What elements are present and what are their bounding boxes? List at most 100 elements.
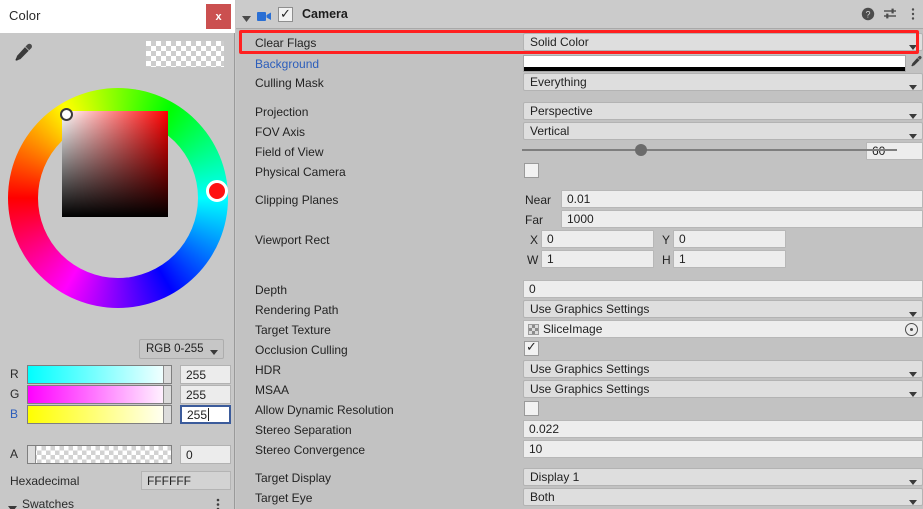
culling-mask-dropdown[interactable]: Everything [523,73,923,91]
target-texture-objectfield[interactable]: SliceImage [523,320,923,338]
saturation-value-marker[interactable] [60,108,73,121]
property-row-msaa: MSAA Use Graphics Settings [236,380,923,400]
hdr-label: HDR [255,363,281,377]
occlusion-culling-label: Occlusion Culling [255,343,348,357]
field-of-view-input[interactable]: 60 [866,142,923,160]
field-of-view-label: Field of View [255,145,324,159]
preset-icon[interactable] [883,7,897,26]
hdr-dropdown[interactable]: Use Graphics Settings [523,360,923,378]
property-row-viewport-rect-xy: Viewport Rect X 0 Y 0 [236,230,923,250]
foldout-triangle-icon[interactable] [242,10,251,28]
clear-flags-label: Clear Flags [255,36,317,50]
color-picker-window: Color x RGB 0-255 R 255 G 255 B 255 A 0 … [0,0,235,509]
color-wheel[interactable] [8,88,228,308]
viewport-rect-label: Viewport Rect [255,233,330,247]
channel-value-r[interactable]: 255 [180,365,231,384]
help-icon[interactable]: ? [861,7,875,26]
clear-flags-dropdown[interactable]: Solid Color [523,33,923,51]
viewport-x-value: 0 [547,232,554,246]
component-header: ✓ Camera ? [236,0,923,29]
eyedropper-icon[interactable] [11,41,35,65]
property-row-occlusion-culling: Occlusion Culling ✓ [236,339,923,360]
channel-value-b[interactable]: 255 [180,405,231,424]
eyedropper-icon[interactable] [909,54,923,72]
color-mode-dropdown[interactable]: RGB 0-255 [139,339,224,359]
hexadecimal-value: FFFFFF [147,473,191,488]
channel-slider-g[interactable] [27,385,172,404]
property-row-clipping-planes-far: Far 1000 [236,210,923,230]
channel-label-a: A [10,447,19,461]
near-input[interactable]: 0.01 [561,190,923,208]
component-enabled-checkbox[interactable]: ✓ [278,6,293,22]
stereo-separation-input[interactable]: 0.022 [523,420,923,438]
chevron-down-icon [909,387,917,401]
channel-slider-a[interactable] [27,445,172,464]
viewport-y-input[interactable]: 0 [673,230,786,248]
kebab-menu-icon[interactable] [911,7,915,26]
projection-label: Projection [255,105,309,119]
depth-label: Depth [255,283,288,297]
clipping-planes-label: Clipping Planes [255,193,339,207]
channel-slider-knob-a[interactable] [28,446,36,463]
kebab-menu-icon[interactable] [216,497,220,509]
color-picker-titlebar: Color x [0,0,235,33]
stereo-separation-value: 0.022 [529,422,560,436]
stereo-separation-label: Stereo Separation [255,423,352,437]
allow-dynamic-resolution-label: Allow Dynamic Resolution [255,403,394,417]
projection-dropdown[interactable]: Perspective [523,102,923,120]
target-display-label: Target Display [255,471,332,485]
depth-input[interactable]: 0 [523,280,923,298]
target-display-dropdown[interactable]: Display 1 [523,468,923,486]
target-texture-label: Target Texture [255,323,331,337]
color-picker-title: Color [9,8,41,23]
msaa-label: MSAA [255,383,290,397]
far-input[interactable]: 1000 [561,210,923,228]
viewport-h-input[interactable]: 1 [673,250,786,268]
channel-slider-knob-g[interactable] [163,386,171,403]
property-row-stereo-separation: Stereo Separation 0.022 [236,420,923,440]
allow-dynamic-resolution-checkbox[interactable] [524,401,539,416]
close-button[interactable]: x [206,4,231,29]
background-color-field[interactable] [523,55,906,72]
field-of-view-slider-handle[interactable] [635,144,647,156]
fov-axis-dropdown[interactable]: Vertical [523,122,923,140]
saturation-value-square[interactable] [62,111,168,217]
viewport-x-label: X [530,233,539,247]
hexadecimal-input[interactable]: FFFFFF [141,471,231,490]
channel-slider-knob-r[interactable] [163,366,171,383]
rendering-path-label: Rendering Path [255,303,339,317]
chevron-down-icon [909,495,917,509]
foldout-triangle-icon[interactable] [8,500,17,509]
channel-slider-knob-b[interactable] [163,406,171,423]
viewport-h-label: H [662,253,671,267]
chevron-down-icon [909,40,917,54]
rendering-path-dropdown[interactable]: Use Graphics Settings [523,300,923,318]
target-eye-dropdown[interactable]: Both [523,488,923,506]
channel-slider-r[interactable] [27,365,172,384]
channel-value-g[interactable]: 255 [180,385,231,404]
hdr-value: Use Graphics Settings [530,362,650,376]
property-row-hdr: HDR Use Graphics Settings [236,360,923,380]
color-channel-row-g: G 255 [10,385,231,405]
background-label: Background [255,57,320,71]
object-picker-icon[interactable] [905,323,918,336]
channel-label-g: G [10,387,20,401]
msaa-dropdown[interactable]: Use Graphics Settings [523,380,923,398]
stereo-convergence-input[interactable]: 10 [523,440,923,458]
swatches-header[interactable]: Swatches [8,496,226,509]
property-row-physical-camera: Physical Camera [236,162,923,182]
chevron-down-icon [909,307,917,321]
physical-camera-checkbox[interactable] [524,163,539,178]
property-row-clear-flags: Clear Flags Solid Color [236,33,923,53]
viewport-w-input[interactable]: 1 [541,250,654,268]
channel-value-a[interactable]: 0 [180,445,231,464]
hue-marker[interactable] [206,180,228,202]
channel-slider-b[interactable] [27,405,172,424]
field-of-view-slider-track[interactable] [522,149,897,151]
occlusion-culling-checkbox[interactable]: ✓ [524,339,539,356]
viewport-x-input[interactable]: 0 [541,230,654,248]
rendering-path-value: Use Graphics Settings [530,302,650,316]
hexadecimal-label: Hexadecimal [10,474,80,488]
target-eye-value: Both [530,490,555,504]
color-channel-row-r: R 255 [10,365,231,385]
